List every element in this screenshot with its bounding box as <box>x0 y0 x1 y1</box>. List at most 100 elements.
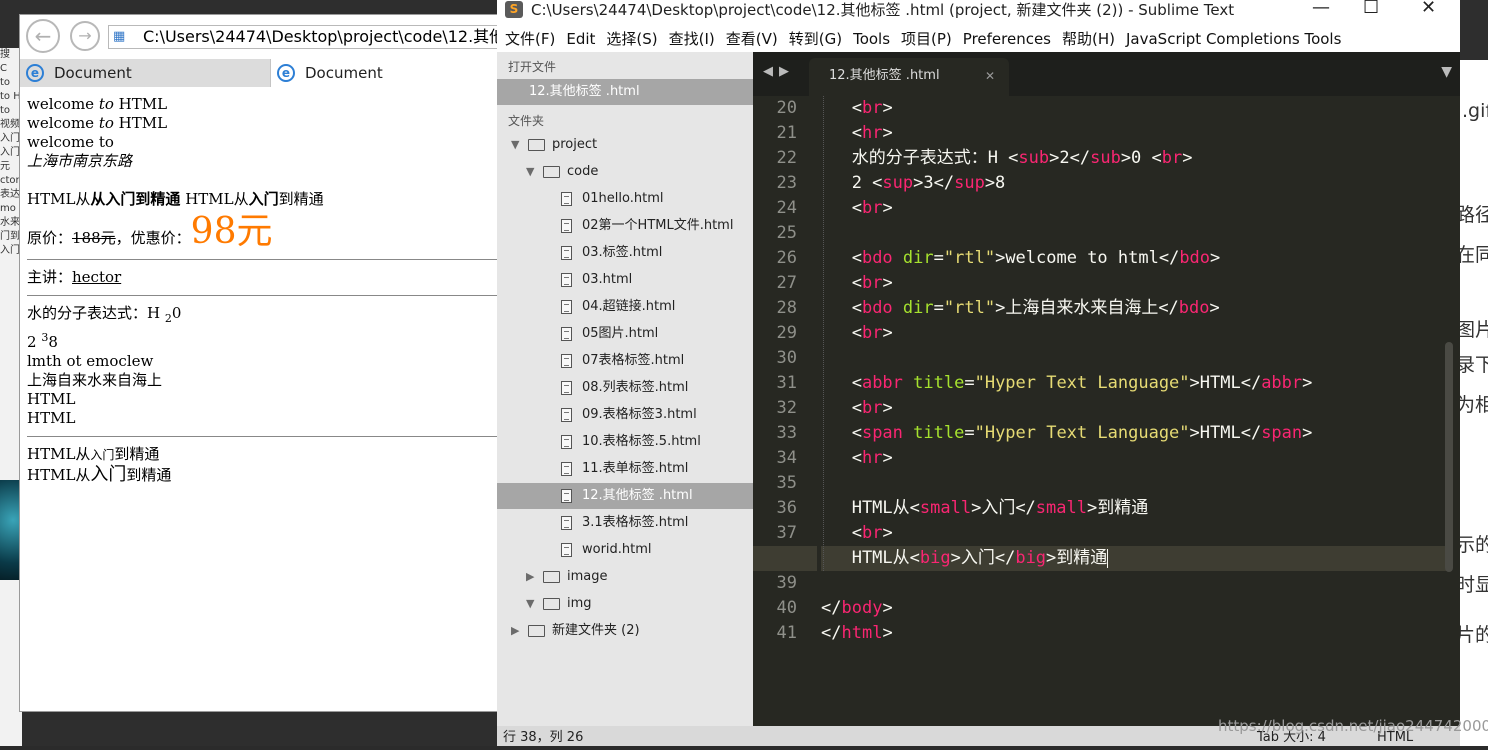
menu-item[interactable]: Preferences <box>963 30 1051 48</box>
line-number: 31 <box>776 373 797 393</box>
bg-text-fragment: 示的 <box>1460 534 1488 556</box>
editor-tab[interactable]: 12.其他标签 .html ✕ <box>809 58 1009 96</box>
menu-item[interactable]: 选择(S) <box>606 30 657 48</box>
menu-item[interactable]: 查看(V) <box>726 30 778 48</box>
file-item[interactable]: 08.列表标签.html <box>497 375 753 401</box>
current-line-gutter <box>753 546 817 571</box>
code-line-23: 2 <sup>3</sup>8 <box>821 173 1006 193</box>
menu-item[interactable]: 转到(G) <box>789 30 842 48</box>
chevron-right-icon: ▶ <box>526 570 535 583</box>
code-line-32: <br> <box>821 398 893 418</box>
file-item[interactable]: 09.表格标签3.html <box>497 402 753 428</box>
file-name: worid.html <box>582 542 652 557</box>
code-line-22: 水的分子表达式：H <sub>2</sub>0 <br> <box>821 148 1193 168</box>
file-item[interactable]: 02第一个HTML文件.html <box>497 213 753 239</box>
vertical-scrollbar[interactable] <box>1445 342 1453 572</box>
file-name: 11.表单标签.html <box>582 461 689 476</box>
file-item[interactable]: 11.表单标签.html <box>497 456 753 482</box>
chevron-down-icon: ▼ <box>526 597 535 610</box>
address-text-italic: 上海市南京东路 <box>27 152 133 170</box>
address-bar[interactable]: ▦ C:\Users\24474\Desktop\project\code\12… <box>108 25 500 49</box>
file-name: 04.超链接.html <box>582 299 676 314</box>
bg-text-fragment: 路径 <box>1460 204 1488 226</box>
folder-img[interactable]: ▼ img <box>497 591 753 617</box>
folder-project[interactable]: ▼ project <box>497 132 753 158</box>
menu-item[interactable]: Tools <box>853 30 890 48</box>
code-editor[interactable]: ◀▶ 12.其他标签 .html ✕ ▼ 20 21 22 23 24 25 26 27 28 29… <box>753 52 1460 726</box>
file-name: 05图片.html <box>582 326 659 341</box>
menu-item[interactable]: Edit <box>566 30 595 48</box>
folder-code[interactable]: ▼ code <box>497 159 753 185</box>
chevron-down-icon: ▼ <box>511 138 520 151</box>
page-content: welcome to HTML welcome to HTML welcome … <box>27 95 499 485</box>
divider <box>27 295 499 296</box>
code-line-24: <br> <box>821 198 893 218</box>
line-gutter: 2021222324252627282930313233343536373839… <box>753 96 817 726</box>
divider <box>27 259 499 260</box>
bg-text-fragment: .gif <box>1462 100 1488 122</box>
browser-tabs: e Document e Document <box>20 59 500 87</box>
minimize-icon[interactable]: — <box>1312 0 1330 18</box>
menu-item[interactable]: 文件(F) <box>505 30 555 48</box>
open-file-item[interactable]: 12.其他标签 .html <box>497 79 753 105</box>
code-line-36: HTML从<small>入门</small>到精通 <box>821 498 1149 518</box>
file-item[interactable]: 12.其他标签 .html <box>497 483 753 509</box>
sublime-logo-icon: S <box>505 1 523 18</box>
file-item[interactable]: 10.表格标签.5.html <box>497 429 753 455</box>
lecturer-line: 主讲：hector <box>27 268 122 286</box>
code-line-40: </body> <box>821 598 893 618</box>
maximize-icon[interactable]: ☐ <box>1363 0 1379 18</box>
file-name: 12.其他标签 .html <box>582 488 693 503</box>
file-item[interactable]: 01hello.html <box>497 186 753 212</box>
file-name: 09.表格标签3.html <box>582 407 697 422</box>
close-tab-icon[interactable]: ✕ <box>985 58 995 94</box>
line-number: 41 <box>776 623 797 643</box>
background-window-right: .gif 路径在同图片录下为相示的时显片的 <box>1460 60 1488 746</box>
text-line: welcome to HTML <box>27 114 168 132</box>
back-arrow-icon[interactable]: ← <box>26 19 60 53</box>
file-item[interactable]: 05图片.html <box>497 321 753 347</box>
line-number: 39 <box>776 573 797 593</box>
folder-open-icon <box>543 166 560 178</box>
line-number: 24 <box>776 198 797 218</box>
folder-new[interactable]: ▶ 新建文件夹 (2) <box>497 618 753 644</box>
browser-tab-1[interactable]: e Document <box>20 59 270 87</box>
file-item[interactable]: 3.1表格标签.html <box>497 510 753 536</box>
file-icon <box>561 408 572 422</box>
menu-item[interactable]: 查找(I) <box>669 30 715 48</box>
code-line-27: <br> <box>821 273 893 293</box>
code-area[interactable]: <br> <hr> 水的分子表达式：H <sub>2</sub>0 <br> 2… <box>753 96 1451 726</box>
editor-tab-label: 12.其他标签 .html <box>829 68 940 83</box>
ie-icon: e <box>277 64 295 82</box>
tab-nav-arrows-icon[interactable]: ◀▶ <box>763 64 795 79</box>
line-number: 33 <box>776 423 797 443</box>
menu-item[interactable]: 项目(P) <box>901 30 952 48</box>
menu-item[interactable]: JavaScript Completions Tools <box>1126 30 1341 48</box>
chevron-right-icon: ▶ <box>511 624 520 637</box>
bg-text-fragment: 片的 <box>1460 624 1488 646</box>
browser-window: ← → ▦ C:\Users\24474\Desktop\project\cod… <box>19 14 500 712</box>
menu-bar: 文件(F) Edit 选择(S) 查找(I) 查看(V) 转到(G) Tools 项目(P) P… <box>497 27 1460 52</box>
browser-tab-2[interactable]: e Document <box>270 59 500 87</box>
tab-menu-icon[interactable]: ▼ <box>1441 64 1452 80</box>
file-item[interactable]: 07表格标签.html <box>497 348 753 374</box>
code-line-38: HTML从<big>入门</big>到精通 <box>821 548 1109 568</box>
address-text: C:\Users\24474\Desktop\project\code\12.其… <box>143 27 500 46</box>
window-title: C:\Users\24474\Desktop\project\code\12.其… <box>531 1 1235 19</box>
menu-item[interactable]: 帮助(H) <box>1062 30 1115 48</box>
big-line: HTML从入门到精通 <box>27 464 172 485</box>
cursor-position: 行 38，列 26 <box>503 730 584 745</box>
ie-icon: e <box>26 64 44 82</box>
line-number: 34 <box>776 448 797 468</box>
file-item[interactable]: 03.标签.html <box>497 240 753 266</box>
code-line-26: <bdo dir="rtl">welcome to html</bdo> <box>821 248 1221 268</box>
file-item[interactable]: 03.html <box>497 267 753 293</box>
file-item[interactable]: worid.html <box>497 537 753 563</box>
file-item[interactable]: 04.超链接.html <box>497 294 753 320</box>
forward-arrow-icon[interactable]: → <box>70 21 100 51</box>
close-icon[interactable]: ✕ <box>1421 0 1436 18</box>
span-line: HTML <box>27 409 76 427</box>
browser-toolbar: ← → ▦ C:\Users\24474\Desktop\project\cod… <box>20 15 500 61</box>
folder-image[interactable]: ▶ image <box>497 564 753 590</box>
folder-icon <box>543 571 560 583</box>
